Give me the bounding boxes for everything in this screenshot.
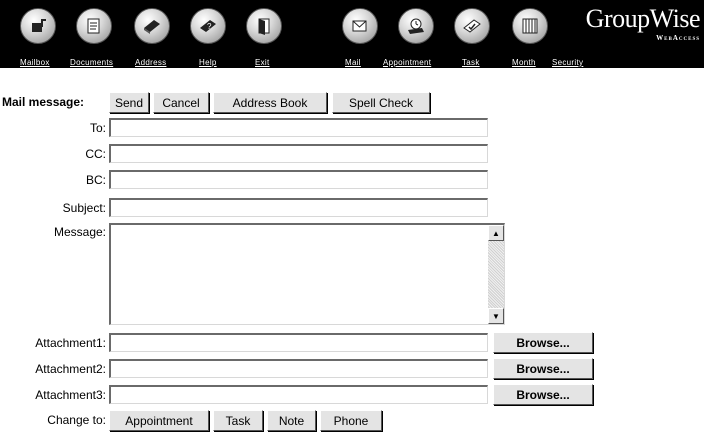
logo-main-text: GroupWise [585,4,701,33]
nav-link-month[interactable]: Month [512,58,536,67]
appointment-icon[interactable] [398,8,434,44]
nav-link-exit[interactable]: Exit [255,58,270,67]
attachment2-field[interactable] [109,359,488,378]
svg-text:?: ? [207,22,212,31]
task-icon[interactable] [454,8,490,44]
change-to-task-button[interactable]: Task [213,410,263,431]
form-title: Mail message: [2,95,85,109]
attachment3-browse-button[interactable]: Browse... [493,384,593,405]
attachment1-label: Attachment1: [35,336,106,350]
attachment2-browse-button[interactable]: Browse... [493,358,593,379]
spell-check-button[interactable]: Spell Check [332,92,430,113]
address-icon[interactable] [134,8,170,44]
scroll-up-icon[interactable]: ▲ [488,225,504,241]
message-textarea[interactable]: ▲ ▼ [109,223,505,325]
change-to-note-button[interactable]: Note [267,410,316,431]
to-label: To: [89,121,106,135]
nav-link-help[interactable]: Help [199,58,217,67]
attachment3-label: Attachment3: [35,388,106,402]
bc-label: BC: [85,173,106,187]
change-to-label: Change to: [47,413,106,427]
attachment1-browse-button[interactable]: Browse... [493,332,593,353]
cc-field[interactable] [109,144,488,163]
nav-link-mailbox[interactable]: Mailbox [20,58,50,67]
attachment2-label: Attachment2: [35,362,106,376]
attachment1-field[interactable] [109,333,488,352]
attachment3-field[interactable] [109,385,488,404]
cc-label: CC: [85,147,106,161]
message-scrollbar[interactable]: ▲ ▼ [488,225,504,324]
to-field[interactable] [109,118,488,137]
nav-link-security[interactable]: Security [552,58,583,67]
nav-link-mail[interactable]: Mail [345,58,361,67]
bc-field[interactable] [109,170,488,189]
subject-label: Subject: [62,201,106,215]
scroll-down-icon[interactable]: ▼ [488,308,504,324]
subject-field[interactable] [109,198,488,217]
nav-link-appointment[interactable]: Appointment [383,58,431,67]
groupwise-logo: GroupWise WebAccess [586,4,702,44]
cancel-button[interactable]: Cancel [153,92,209,113]
mailbox-icon[interactable] [20,8,56,44]
month-icon[interactable] [512,8,548,44]
change-to-appointment-button[interactable]: Appointment [109,410,209,431]
nav-link-address[interactable]: Address [135,58,166,67]
nav-link-task[interactable]: Task [462,58,480,67]
nav-link-documents[interactable]: Documents [70,58,113,67]
address-book-button[interactable]: Address Book [213,92,327,113]
documents-icon[interactable] [76,8,112,44]
logo-sub-text: WebAccess [656,34,700,42]
help-icon[interactable]: ? [190,8,226,44]
message-label: Message: [53,225,106,239]
change-to-phone-button[interactable]: Phone [320,410,382,431]
mail-icon[interactable] [342,8,378,44]
exit-icon[interactable] [246,8,282,44]
top-navigation-bar: ? Mailbox Documents Address Help Exit Ma… [0,0,704,68]
send-button[interactable]: Send [109,92,149,113]
